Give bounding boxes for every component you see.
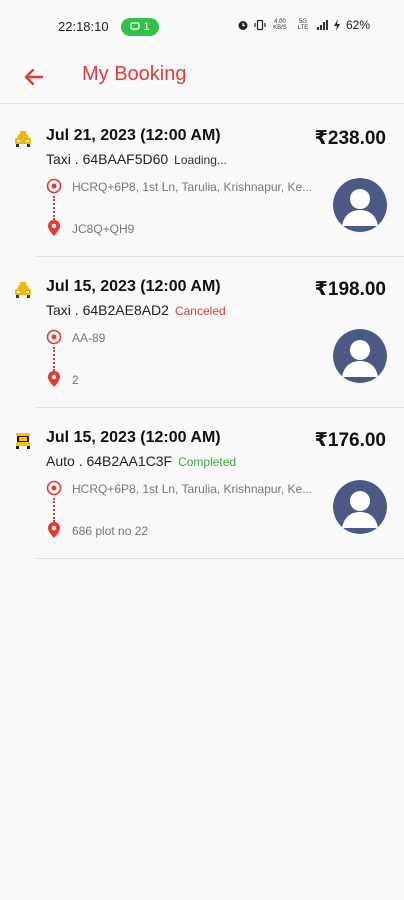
- status-badge: Canceled: [174, 304, 226, 318]
- pickup-location-icon: [46, 480, 62, 496]
- booking-vehicle-id: Auto . 64B2AA1C3F: [46, 453, 173, 469]
- network-speed: 4.00 KB/S: [273, 19, 287, 31]
- driver-avatar: [333, 480, 387, 534]
- pickup-location-icon: [46, 178, 62, 194]
- status-badge: Loading...: [174, 153, 227, 167]
- notification-count: 1: [143, 21, 150, 33]
- back-button[interactable]: [18, 62, 48, 92]
- booking-date: Jul 15, 2023 (12:00 AM): [46, 278, 221, 295]
- pickup-address: HCRQ+6P8, 1st Ln, Tarulia, Krishnapur, K…: [72, 180, 313, 194]
- booking-vehicle-id: Taxi . 64B2AE8AD2: [46, 302, 169, 318]
- drop-address: 2: [72, 373, 79, 387]
- booking-card[interactable]: Jul 21, 2023 (12:00 AM) ₹238.00 Taxi . 6…: [0, 106, 404, 257]
- route-dots: [53, 498, 55, 522]
- booking-vehicle-line: Taxi . 64B2AE8AD2 Canceled: [46, 302, 226, 318]
- charging-icon: [333, 19, 340, 31]
- status-indicators: 4.00 KB/S 5G LTE 62%: [237, 18, 370, 32]
- drop-address: JC8Q+QH9: [72, 222, 135, 236]
- booking-price: ₹176.00: [314, 430, 386, 451]
- booking-list: Jul 21, 2023 (12:00 AM) ₹238.00 Taxi . 6…: [0, 106, 404, 559]
- booking-vehicle-id: Taxi . 64BAAF5D60: [46, 151, 169, 167]
- status-badge: Completed: [178, 455, 237, 469]
- notification-pill: 1: [121, 18, 159, 36]
- booking-price: ₹238.00: [314, 128, 386, 149]
- drop-address: 686 plot no 22: [72, 524, 149, 538]
- divider: [36, 558, 404, 559]
- app-bar: My Booking: [0, 52, 404, 104]
- alarm-icon: [238, 21, 248, 30]
- taxi-icon: [15, 131, 31, 147]
- drop-location-icon: [48, 522, 60, 538]
- page-title: My Booking: [82, 63, 187, 85]
- pickup-location-icon: [46, 329, 62, 345]
- signal-icon: [316, 20, 328, 30]
- booking-vehicle-line: Auto . 64B2AA1C3F Completed: [46, 453, 236, 469]
- booking-card[interactable]: Jul 15, 2023 (12:00 AM) ₹176.00 Auto . 6…: [0, 408, 404, 559]
- drop-location-icon: [48, 371, 60, 387]
- status-time: 22:18:10: [58, 19, 109, 34]
- taxi-icon: [15, 282, 31, 298]
- drop-location-icon: [48, 220, 60, 236]
- chat-icon: [130, 22, 141, 32]
- booking-card[interactable]: Jul 15, 2023 (12:00 AM) ₹198.00 Taxi . 6…: [0, 257, 404, 408]
- route-dots: [53, 347, 55, 371]
- booking-vehicle-line: Taxi . 64BAAF5D60 Loading...: [46, 151, 227, 167]
- status-bar: 22:18:10 1 4.00 KB/S 5G LTE 62%: [0, 0, 404, 52]
- network-type: 5G LTE: [297, 19, 309, 31]
- driver-avatar: [333, 329, 387, 383]
- driver-avatar: [333, 178, 387, 232]
- pickup-address: HCRQ+6P8, 1st Ln, Tarulia, Krishnapur, K…: [72, 482, 313, 496]
- pickup-address: AA-89: [72, 331, 106, 345]
- vibrate-icon: [254, 19, 266, 31]
- route-dots: [53, 196, 55, 220]
- battery-level: 62%: [345, 18, 370, 32]
- booking-date: Jul 15, 2023 (12:00 AM): [46, 429, 221, 446]
- booking-price: ₹198.00: [314, 279, 386, 300]
- arrow-left-icon: [24, 68, 43, 86]
- auto-rickshaw-icon: [16, 433, 30, 449]
- booking-date: Jul 21, 2023 (12:00 AM): [46, 127, 221, 144]
